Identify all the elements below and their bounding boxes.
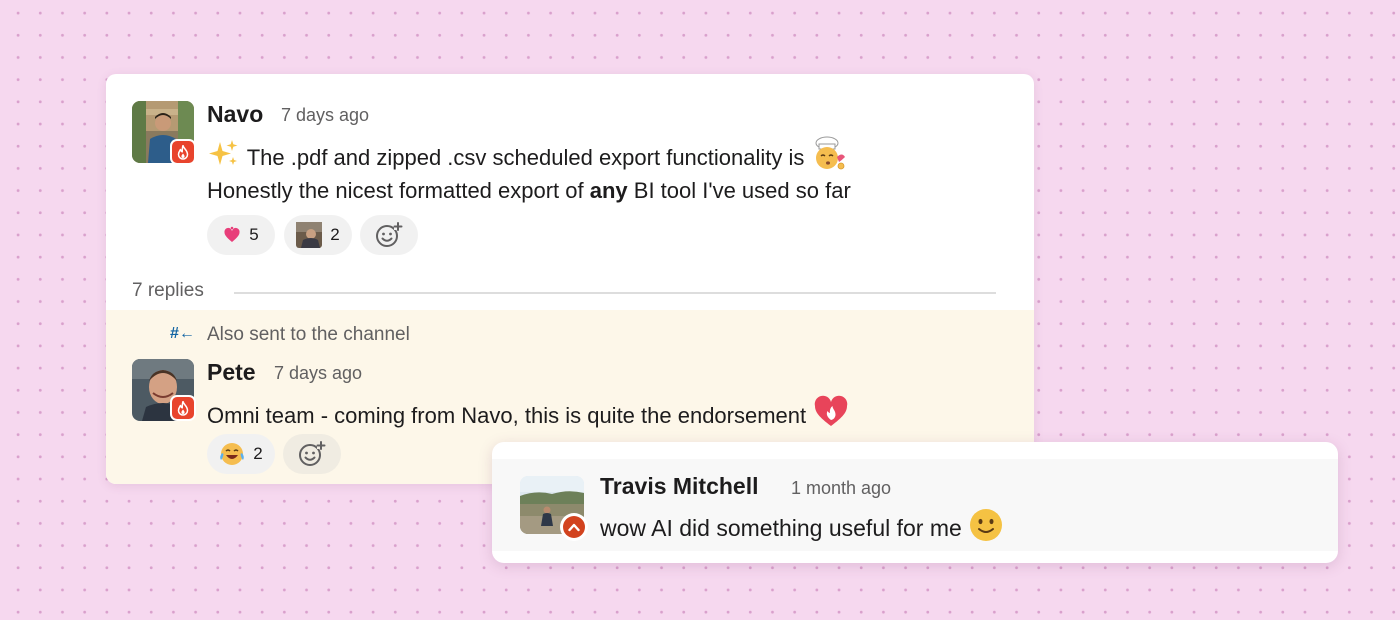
timestamp[interactable]: 7 days ago <box>274 363 362 384</box>
message-line-2-start: Honestly the nicest formatted export of <box>207 178 590 203</box>
add-reaction-button[interactable] <box>360 215 418 255</box>
flame-icon <box>177 400 189 416</box>
message-line-1-text: The .pdf and zipped .csv scheduled expor… <box>246 144 805 170</box>
reaction-count: 2 <box>330 225 340 244</box>
floating-message-card: Travis Mitchell 1 month ago wow AI did s… <box>492 442 1338 563</box>
add-emoji-icon <box>298 440 326 468</box>
flame-icon <box>177 144 189 160</box>
reaction-count: 2 <box>253 444 263 463</box>
add-reaction-button[interactable] <box>283 434 341 474</box>
add-emoji-icon <box>375 221 403 249</box>
message-line-2: Honestly the nicest formatted export of … <box>207 178 851 204</box>
thread-card: Navo 7 days ago The .pdf and zipped .csv… <box>106 74 1034 484</box>
timestamp[interactable]: 7 days ago <box>281 105 369 126</box>
message-text: wow AI did something useful for me <box>600 509 1004 551</box>
message-text-body: wow AI did something useful for me <box>600 515 962 542</box>
author-name[interactable]: Pete <box>207 359 256 386</box>
heart-exclamation-icon <box>223 226 241 244</box>
message-text-body: Omni team - coming from Navo, this is qu… <box>207 402 807 428</box>
chevron-up-icon <box>568 523 580 532</box>
message-line-2-end: BI tool I've used so far <box>627 178 851 203</box>
divider <box>234 292 996 294</box>
sparkles-icon <box>207 139 241 175</box>
chef-kiss-icon <box>811 136 847 178</box>
timestamp[interactable]: 1 month ago <box>791 478 891 499</box>
message-travis[interactable]: Travis Mitchell 1 month ago wow AI did s… <box>492 459 1338 551</box>
message-line-2-bold: any <box>589 178 628 203</box>
reaction-joy[interactable]: 2 <box>207 434 275 474</box>
avatar-photo-icon <box>296 222 323 248</box>
heart-on-fire-icon <box>812 395 850 435</box>
message-navo[interactable]: Navo 7 days ago The .pdf and zipped .csv… <box>106 74 1034 304</box>
joy-icon <box>219 441 245 467</box>
message-line-1: The .pdf and zipped .csv scheduled expor… <box>207 136 847 180</box>
reaction-heart[interactable]: 5 <box>207 215 275 255</box>
also-sent-label: Also sent to the channel <box>207 324 410 345</box>
replies-link[interactable]: 7 replies <box>132 280 204 302</box>
slightly-smiling-face-icon <box>968 507 1004 549</box>
author-name[interactable]: Travis Mitchell <box>600 473 759 500</box>
message-text: Omni team - coming from Navo, this is qu… <box>207 395 850 437</box>
workspace-badge <box>560 513 588 541</box>
workspace-badge <box>170 395 196 421</box>
workspace-badge <box>170 139 196 165</box>
author-name[interactable]: Navo <box>207 101 263 128</box>
channel-arrow-icon: #← <box>170 325 195 342</box>
reaction-avatar[interactable]: 2 <box>284 215 352 255</box>
reaction-count: 5 <box>249 225 259 244</box>
